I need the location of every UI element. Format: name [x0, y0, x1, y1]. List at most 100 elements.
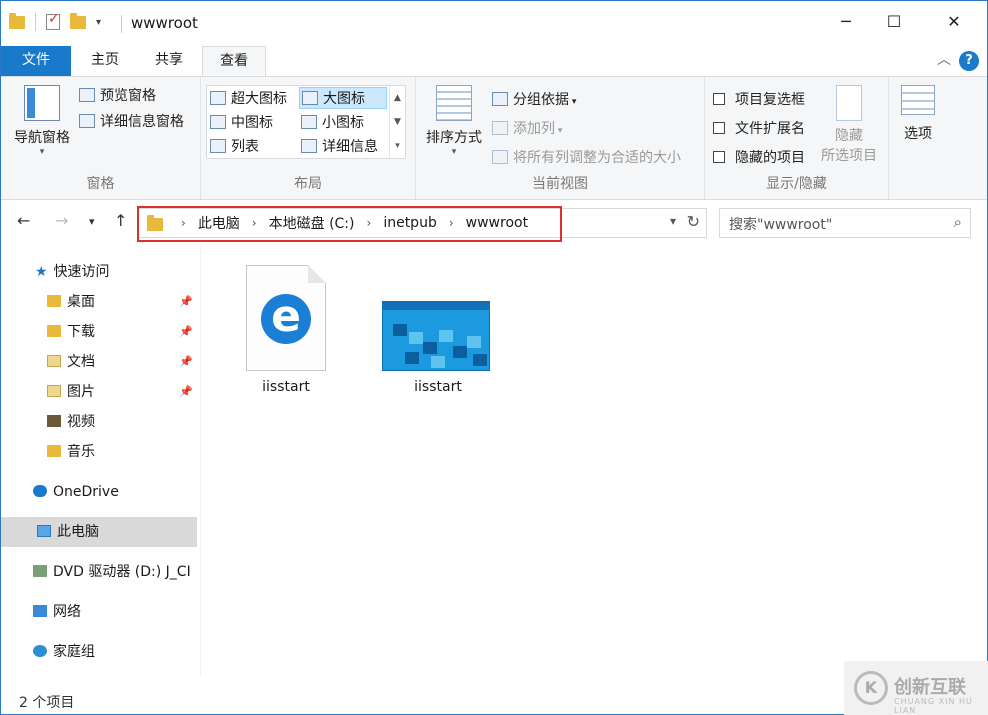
search-input[interactable]: 搜索"wwwroot" [729, 214, 832, 234]
item-checkboxes-toggle[interactable]: 项目复选框 [713, 89, 805, 109]
layout-list[interactable]: 列表 [210, 136, 259, 156]
pin-icon[interactable]: 📌 [179, 287, 193, 317]
highlight-box [137, 206, 562, 242]
file-list: e iisstart iisstart [200, 246, 987, 676]
size-columns-icon [492, 150, 508, 164]
hide-selected-label: 隐藏 [835, 128, 863, 144]
file-name: iisstart [414, 379, 462, 395]
ribbon-tabs: 文件 主页 共享 查看 ︿ ? [1, 46, 987, 76]
preview-pane-icon [79, 88, 95, 102]
layout-large-icons[interactable]: 大图标 [299, 87, 387, 109]
nav-quick-access[interactable]: ★ 快速访问 [1, 257, 197, 287]
close-button[interactable]: ✕ [931, 7, 977, 37]
refresh-icon[interactable]: ↻ [687, 212, 700, 231]
small-icons-icon [301, 115, 317, 129]
nav-desktop[interactable]: 桌面 📌 [1, 287, 197, 317]
list-icon [210, 139, 226, 153]
details-pane-button[interactable]: 详细信息窗格 [79, 111, 184, 131]
nav-label: DVD 驱动器 (D:) J_CI [53, 564, 191, 580]
add-columns-button[interactable]: 添加列 ▾ [492, 118, 562, 138]
back-button[interactable]: ← [17, 211, 30, 230]
computer-icon [37, 525, 51, 537]
layout-extra-large-icons[interactable]: 超大图标 [210, 88, 287, 108]
layout-medium-icons[interactable]: 中图标 [210, 112, 273, 132]
nav-label: 此电脑 [57, 524, 99, 540]
customize-qat-icon[interactable]: ▾ [96, 17, 101, 28]
hidden-items-toggle[interactable]: 隐藏的项目 [713, 147, 805, 167]
nav-label: 图片 [67, 384, 95, 400]
nav-label: 家庭组 [53, 644, 95, 660]
title-bar: ▾ wwwroot ─ ☐ ✕ [1, 1, 987, 47]
preview-pane-button[interactable]: 预览窗格 [79, 85, 156, 105]
nav-label: 桌面 [67, 294, 95, 310]
homegroup-icon [33, 645, 47, 657]
navigation-pane-label: 导航窗格 [14, 130, 70, 146]
tab-share[interactable]: 共享 [141, 46, 197, 76]
watermark-subtext: CHUANG XIN HU LIAN [894, 697, 973, 715]
watermark-icon: K [854, 671, 888, 705]
tab-view[interactable]: 查看 [202, 46, 266, 76]
options-button[interactable]: 选项 [894, 85, 942, 143]
chevron-down-icon: ▾ [555, 126, 563, 136]
nav-dvd-drive[interactable]: DVD 驱动器 (D:) J_CI [1, 557, 197, 587]
nav-music[interactable]: 音乐 [1, 437, 197, 467]
nav-onedrive[interactable]: OneDrive [1, 477, 197, 507]
file-extensions-toggle[interactable]: 文件扩展名 [713, 118, 805, 138]
search-box[interactable]: 搜索"wwwroot" ⌕ [719, 208, 971, 238]
quick-access-toolbar: ▾ [9, 11, 101, 31]
nav-this-pc[interactable]: 此电脑 [1, 517, 197, 547]
chevron-down-icon: ▾ [569, 97, 577, 107]
dvd-drive-icon [33, 565, 47, 577]
navigation-pane-button[interactable]: 导航窗格 ▾ [11, 85, 73, 157]
nav-documents[interactable]: 文档 📌 [1, 347, 197, 377]
layout-details[interactable]: 详细信息 [301, 136, 378, 156]
star-icon: ★ [35, 264, 48, 280]
downloads-folder-icon [47, 325, 61, 337]
size-all-columns-button[interactable]: 将所有列调整为合适的大小 [492, 147, 681, 167]
html-file-icon: e [246, 265, 326, 371]
videos-folder-icon [47, 415, 61, 427]
pin-icon[interactable]: 📌 [179, 377, 193, 407]
address-history-icon[interactable]: ▾ [670, 214, 676, 228]
nav-homegroup[interactable]: 家庭组 [1, 637, 197, 667]
properties-icon[interactable] [46, 11, 60, 30]
nav-network[interactable]: 网络 [1, 597, 197, 627]
group-by-label: 分组依据 [513, 92, 569, 108]
layout-small-icons[interactable]: 小图标 [301, 112, 364, 132]
pin-icon[interactable]: 📌 [179, 317, 193, 347]
nav-label: 音乐 [67, 444, 95, 460]
sort-by-icon [436, 85, 472, 121]
nav-label: OneDrive [53, 484, 119, 500]
layout-gallery-scroll[interactable]: ▲ ▼ ▾ [389, 86, 405, 158]
minimize-button[interactable]: ─ [823, 7, 869, 37]
new-folder-icon[interactable] [70, 12, 86, 29]
nav-label: 下载 [67, 324, 95, 340]
sort-by-label: 排序方式 [426, 130, 482, 146]
nav-pictures[interactable]: 图片 📌 [1, 377, 197, 407]
documents-folder-icon [47, 355, 61, 367]
up-button[interactable]: ↑ [114, 211, 127, 230]
extra-large-icons-icon [210, 91, 226, 105]
pin-icon[interactable]: 📌 [179, 347, 193, 377]
nav-videos[interactable]: 视频 [1, 407, 197, 437]
layout-label: 详细信息 [322, 139, 378, 155]
watermark-text: 创新互联 [894, 677, 966, 698]
folder-icon [9, 12, 25, 29]
help-icon[interactable]: ? [959, 51, 979, 71]
nav-downloads[interactable]: 下载 📌 [1, 317, 197, 347]
file-item[interactable]: e iisstart [201, 246, 371, 406]
forward-button[interactable]: → [55, 211, 68, 230]
hide-selected-items-button[interactable]: 隐藏 所选项目 [819, 85, 879, 165]
tab-file[interactable]: 文件 [1, 46, 71, 76]
group-by-button[interactable]: 分组依据 ▾ [492, 89, 576, 109]
sort-by-button[interactable]: 排序方式 ▾ [422, 85, 486, 157]
hide-selected-icon [836, 85, 862, 121]
search-icon[interactable]: ⌕ [954, 213, 962, 231]
layout-label: 列表 [231, 139, 259, 155]
recent-locations-button[interactable]: ▾ [89, 215, 95, 228]
collapse-ribbon-icon[interactable]: ︿ [937, 49, 951, 69]
tab-home[interactable]: 主页 [77, 46, 133, 76]
nav-label: 网络 [53, 604, 81, 620]
group-label-current-view: 当前视图 [532, 176, 588, 192]
maximize-button[interactable]: ☐ [871, 7, 917, 37]
